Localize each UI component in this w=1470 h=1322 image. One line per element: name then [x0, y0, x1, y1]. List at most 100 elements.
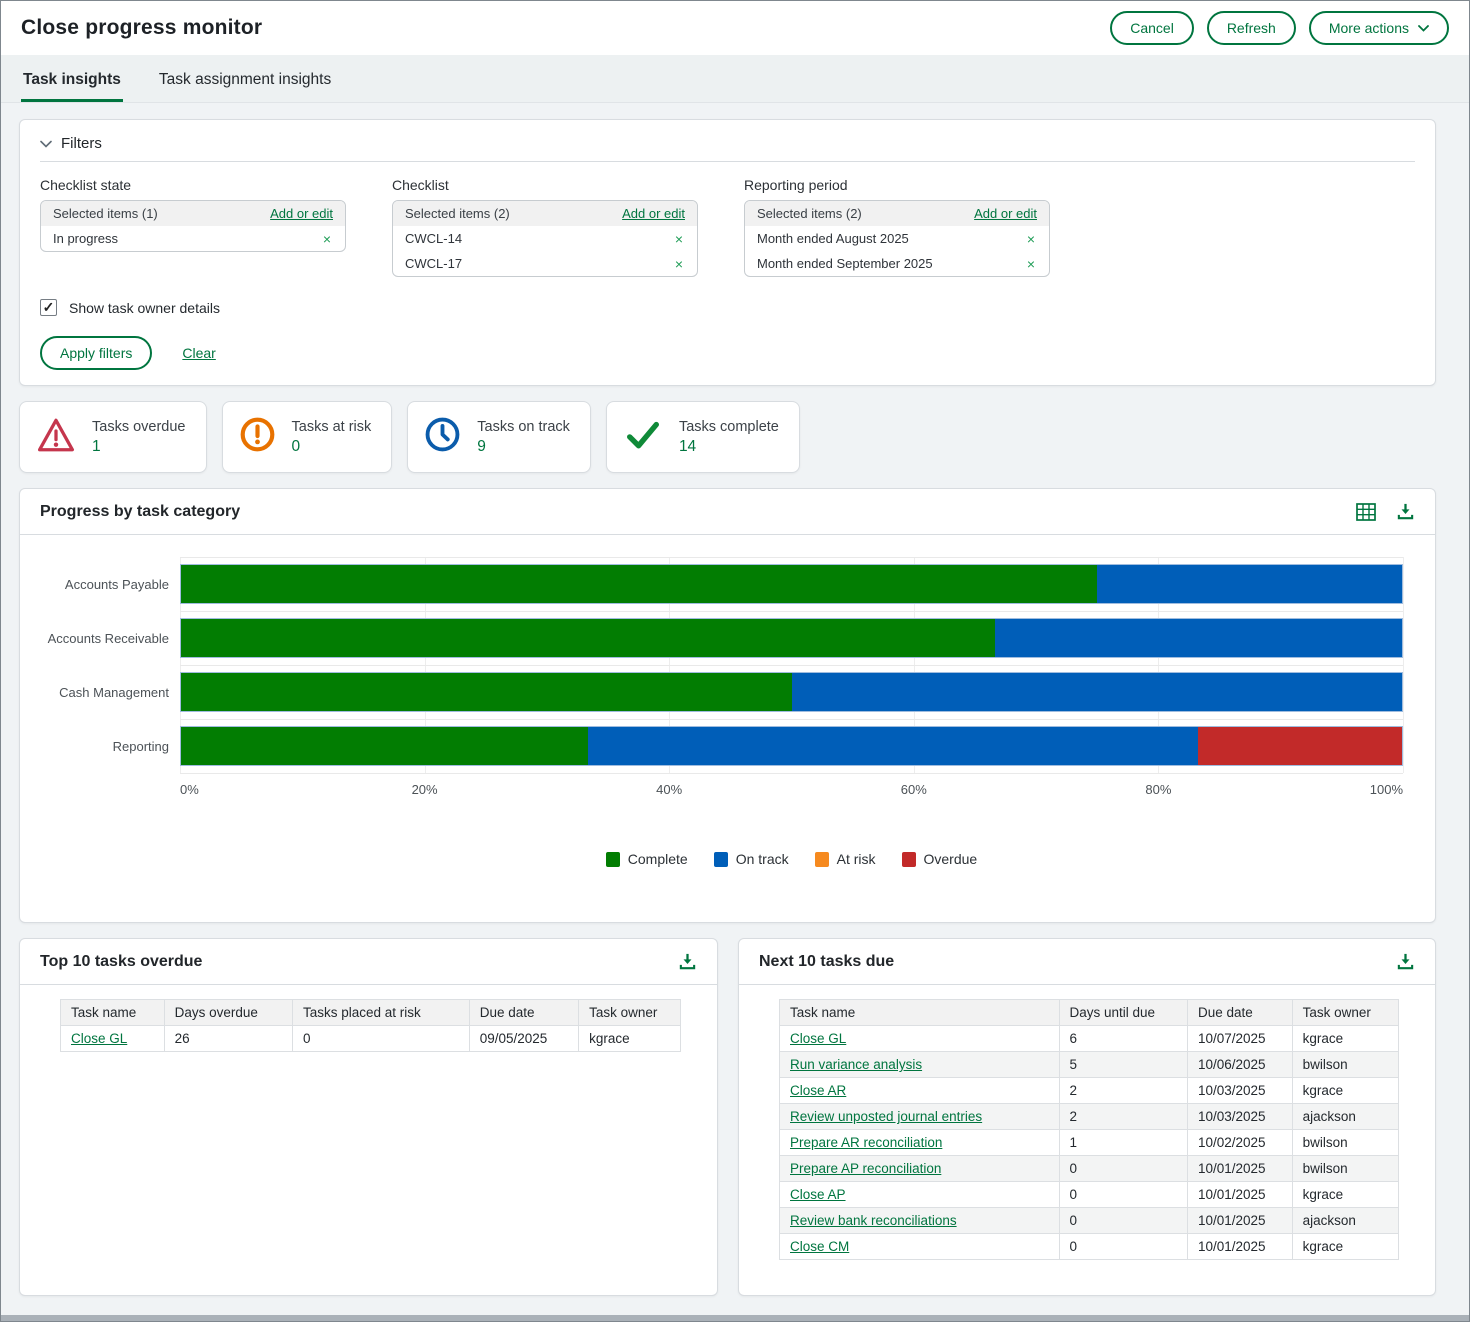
table-header-row: Task nameDays overdueTasks placed at ris…: [61, 1000, 681, 1026]
bar-segment-complete[interactable]: [181, 565, 1097, 603]
column-header: Tasks placed at risk: [292, 1000, 469, 1026]
remove-item-icon[interactable]: ×: [321, 233, 333, 245]
header-actions: Cancel Refresh More actions: [1110, 11, 1449, 45]
axis-tick-label: 20%: [412, 782, 438, 797]
overdue-tasks-table: Task nameDays overdueTasks placed at ris…: [60, 999, 681, 1052]
download-icon[interactable]: [1396, 952, 1415, 971]
bar-segment-overdue[interactable]: [1198, 727, 1402, 765]
remove-item-icon[interactable]: ×: [673, 258, 685, 270]
task-name-cell: Run variance analysis: [780, 1052, 1060, 1078]
task-link[interactable]: Close GL: [71, 1031, 127, 1046]
table-row: Close AR210/03/2025kgrace: [780, 1078, 1399, 1104]
show-task-owner-details-option[interactable]: ✓ Show task owner details: [40, 299, 220, 316]
bottom-tables-row: Top 10 tasks overdue Task nameDays overd…: [19, 938, 1436, 1296]
remove-item-icon[interactable]: ×: [673, 233, 685, 245]
add-or-edit-link[interactable]: Add or edit: [622, 206, 685, 221]
filters-collapse-header[interactable]: Filters: [40, 132, 1415, 154]
bar-segment-complete[interactable]: [181, 619, 995, 657]
task-name-cell: Review bank reconciliations: [780, 1208, 1060, 1234]
bar-segment-on-track[interactable]: [588, 727, 1199, 765]
tab-task-assignment-insights[interactable]: Task assignment insights: [157, 55, 333, 102]
kpi-value: 1: [92, 438, 186, 456]
add-or-edit-link[interactable]: Add or edit: [974, 206, 1037, 221]
task-link[interactable]: Review bank reconciliations: [790, 1213, 957, 1228]
table-cell: 10/03/2025: [1187, 1078, 1292, 1104]
tab-bar: Task insights Task assignment insights: [1, 55, 1469, 103]
task-link[interactable]: Close CM: [790, 1239, 849, 1254]
table-row: Prepare AP reconciliation010/01/2025bwil…: [780, 1156, 1399, 1182]
legend-item-overdue: Overdue: [902, 851, 978, 867]
table-cell: 10/02/2025: [1187, 1130, 1292, 1156]
table-cell: ajackson: [1292, 1208, 1398, 1234]
table-cell: bwilson: [1292, 1052, 1398, 1078]
filter-group-label: Reporting period: [744, 177, 1050, 193]
chevron-down-icon: [1418, 25, 1429, 32]
task-name-cell: Close AP: [780, 1182, 1060, 1208]
apply-filters-button[interactable]: Apply filters: [40, 336, 152, 370]
refresh-button[interactable]: Refresh: [1207, 11, 1296, 45]
more-actions-label: More actions: [1329, 20, 1409, 36]
bar-segment-complete[interactable]: [181, 727, 588, 765]
table-cell: 0: [1059, 1156, 1187, 1182]
more-actions-button[interactable]: More actions: [1309, 11, 1449, 45]
table-cell: kgrace: [1292, 1182, 1398, 1208]
table-cell: 0: [1059, 1234, 1187, 1260]
legend-swatch: [902, 852, 916, 867]
task-link[interactable]: Close AR: [790, 1083, 846, 1098]
remove-item-icon[interactable]: ×: [1025, 258, 1037, 270]
task-link[interactable]: Prepare AR reconciliation: [790, 1135, 942, 1150]
bar-segment-on-track[interactable]: [995, 619, 1402, 657]
tab-task-insights[interactable]: Task insights: [21, 55, 123, 102]
task-link[interactable]: Prepare AP reconciliation: [790, 1161, 941, 1176]
horizontal-scrollbar[interactable]: [1, 1315, 1469, 1321]
checkbox-icon[interactable]: ✓: [40, 299, 57, 316]
add-or-edit-link[interactable]: Add or edit: [270, 206, 333, 221]
table-row: Run variance analysis510/06/2025bwilson: [780, 1052, 1399, 1078]
close-progress-monitor-window: Close progress monitor Cancel Refresh Mo…: [0, 0, 1470, 1322]
filters-title: Filters: [61, 135, 102, 152]
bar-segment-on-track[interactable]: [792, 673, 1403, 711]
overdue-panel-header: Top 10 tasks overdue: [20, 939, 717, 985]
table-cell: 09/05/2025: [469, 1026, 578, 1052]
filter-group-reporting-period: Reporting periodSelected items (2)Add or…: [744, 177, 1050, 277]
download-icon[interactable]: [678, 952, 697, 971]
column-header: Days overdue: [164, 1000, 292, 1026]
cancel-button[interactable]: Cancel: [1110, 11, 1194, 45]
table-view-icon[interactable]: [1356, 503, 1376, 521]
top-tasks-overdue-panel: Top 10 tasks overdue Task nameDays overd…: [19, 938, 718, 1296]
column-header: Task name: [780, 1000, 1060, 1026]
chart-panel-title: Progress by task category: [40, 503, 240, 521]
clear-filters-link[interactable]: Clear: [182, 345, 215, 361]
category-label: Accounts Receivable: [20, 611, 180, 665]
task-link[interactable]: Close GL: [790, 1031, 846, 1046]
table-cell: kgrace: [1292, 1078, 1398, 1104]
warning-triangle-icon: [36, 417, 76, 458]
remove-item-icon[interactable]: ×: [1025, 233, 1037, 245]
task-link[interactable]: Run variance analysis: [790, 1057, 922, 1072]
table-cell: kgrace: [1292, 1234, 1398, 1260]
table-cell: 26: [164, 1026, 292, 1052]
selected-items-box: Selected items (1)Add or editIn progress…: [40, 200, 346, 252]
legend-label: Overdue: [924, 851, 978, 867]
table-cell: 10/01/2025: [1187, 1234, 1292, 1260]
task-link[interactable]: Review unposted journal entries: [790, 1109, 982, 1124]
overdue-panel-title: Top 10 tasks overdue: [40, 953, 202, 971]
chevron-down-icon: [40, 135, 52, 152]
filter-group-label: Checklist: [392, 177, 698, 193]
exclamation-circle-icon: [239, 416, 276, 458]
selected-item: Month ended September 2025×: [745, 251, 1049, 276]
download-icon[interactable]: [1396, 502, 1415, 521]
bar-segment-complete[interactable]: [181, 673, 792, 711]
column-header: Days until due: [1059, 1000, 1187, 1026]
filter-groups: Checklist stateSelected items (1)Add or …: [40, 177, 1415, 277]
table-cell: 10/03/2025: [1187, 1104, 1292, 1130]
selected-items-count: Selected items (2): [405, 206, 510, 221]
table-cell: 0: [1059, 1208, 1187, 1234]
task-name-cell: Review unposted journal entries: [780, 1104, 1060, 1130]
bar-segment-on-track[interactable]: [1097, 565, 1402, 603]
kpi-card-tasks-at-risk: Tasks at risk0: [222, 401, 393, 473]
task-link[interactable]: Close AP: [790, 1187, 846, 1202]
selected-item: CWCL-17×: [393, 251, 697, 276]
divider: [40, 161, 1415, 162]
legend-swatch: [606, 852, 620, 867]
